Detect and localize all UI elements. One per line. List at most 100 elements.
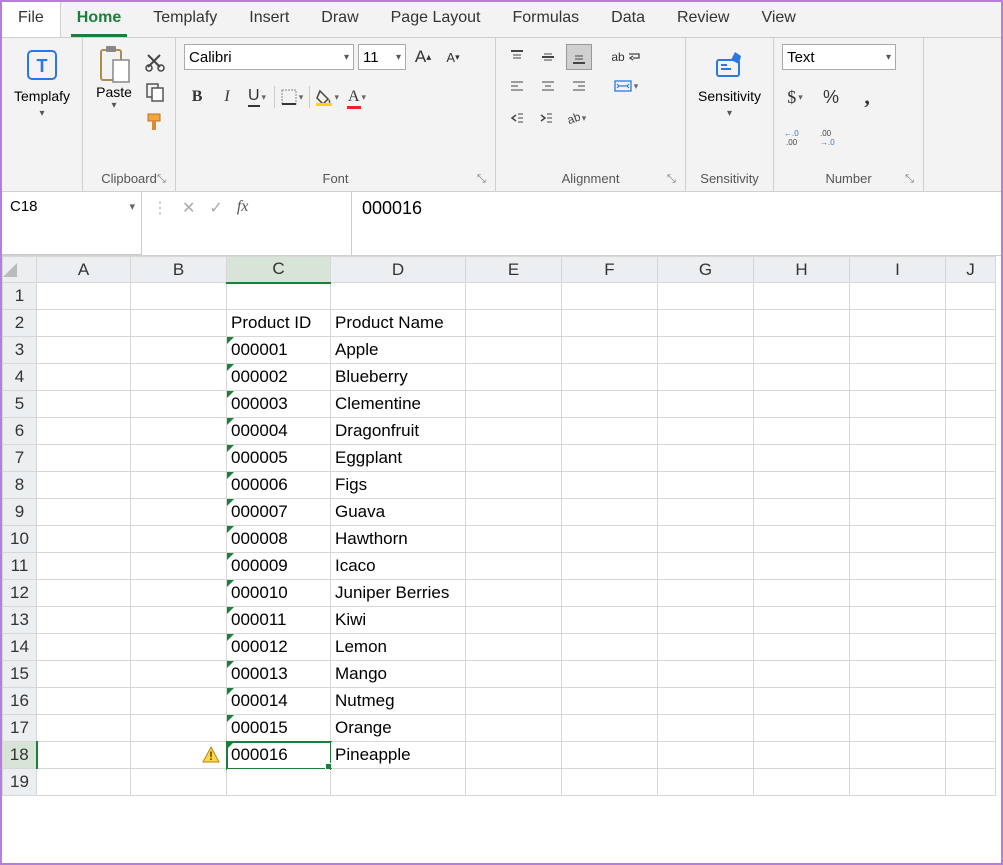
cell-J16[interactable] <box>946 688 996 715</box>
cell-A15[interactable] <box>37 661 131 688</box>
cell-C12[interactable]: 000010 <box>227 580 331 607</box>
cell-E5[interactable] <box>466 391 562 418</box>
increase-decimal-button[interactable]: ←.0.00 <box>782 124 808 150</box>
cell-G11[interactable] <box>658 553 754 580</box>
row-header-8[interactable]: 8 <box>3 472 37 499</box>
cell-E15[interactable] <box>466 661 562 688</box>
cell-G6[interactable] <box>658 418 754 445</box>
cell-I6[interactable] <box>850 418 946 445</box>
cell-I14[interactable] <box>850 634 946 661</box>
cell-I17[interactable] <box>850 715 946 742</box>
copy-button[interactable] <box>143 80 167 104</box>
cell-A3[interactable] <box>37 337 131 364</box>
cell-J9[interactable] <box>946 499 996 526</box>
cell-J10[interactable] <box>946 526 996 553</box>
cell-E9[interactable] <box>466 499 562 526</box>
cell-B10[interactable] <box>131 526 227 553</box>
cell-H7[interactable] <box>754 445 850 472</box>
cell-E19[interactable] <box>466 769 562 796</box>
cell-A9[interactable] <box>37 499 131 526</box>
col-header-C[interactable]: C <box>227 257 331 283</box>
tab-page-layout[interactable]: Page Layout <box>375 2 497 37</box>
cell-D5[interactable]: Clementine <box>331 391 466 418</box>
cell-E10[interactable] <box>466 526 562 553</box>
cell-H12[interactable] <box>754 580 850 607</box>
font-name-combo[interactable]: Calibri▾ <box>184 44 354 70</box>
col-header-D[interactable]: D <box>331 257 466 283</box>
cell-A4[interactable] <box>37 364 131 391</box>
cell-F3[interactable] <box>562 337 658 364</box>
cell-C8[interactable]: 000006 <box>227 472 331 499</box>
cell-B1[interactable] <box>131 283 227 310</box>
cell-G2[interactable] <box>658 310 754 337</box>
row-header-11[interactable]: 11 <box>3 553 37 580</box>
cell-F9[interactable] <box>562 499 658 526</box>
row-header-15[interactable]: 15 <box>3 661 37 688</box>
cell-G4[interactable] <box>658 364 754 391</box>
cell-G15[interactable] <box>658 661 754 688</box>
cell-H14[interactable] <box>754 634 850 661</box>
cell-G13[interactable] <box>658 607 754 634</box>
cell-F11[interactable] <box>562 553 658 580</box>
cell-H16[interactable] <box>754 688 850 715</box>
merge-center-button[interactable] <box>606 73 646 99</box>
row-header-9[interactable]: 9 <box>3 499 37 526</box>
cell-J3[interactable] <box>946 337 996 364</box>
cell-G17[interactable] <box>658 715 754 742</box>
cell-H10[interactable] <box>754 526 850 553</box>
cell-G16[interactable] <box>658 688 754 715</box>
cell-C11[interactable]: 000009 <box>227 553 331 580</box>
decrease-decimal-button[interactable]: .00→.0 <box>818 124 844 150</box>
cell-F19[interactable] <box>562 769 658 796</box>
cell-F10[interactable] <box>562 526 658 553</box>
cell-B4[interactable] <box>131 364 227 391</box>
cell-A16[interactable] <box>37 688 131 715</box>
cell-E11[interactable] <box>466 553 562 580</box>
italic-button[interactable]: I <box>214 84 240 110</box>
cell-F17[interactable] <box>562 715 658 742</box>
cell-E8[interactable] <box>466 472 562 499</box>
row-header-4[interactable]: 4 <box>3 364 37 391</box>
cell-H13[interactable] <box>754 607 850 634</box>
cell-D3[interactable]: Apple <box>331 337 466 364</box>
cell-B9[interactable] <box>131 499 227 526</box>
cell-H19[interactable] <box>754 769 850 796</box>
cell-E17[interactable] <box>466 715 562 742</box>
cell-B19[interactable] <box>131 769 227 796</box>
cell-I8[interactable] <box>850 472 946 499</box>
cell-D17[interactable]: Orange <box>331 715 466 742</box>
format-painter-button[interactable] <box>143 110 167 134</box>
cell-B5[interactable] <box>131 391 227 418</box>
name-box[interactable]: C18 ▾ <box>2 192 142 255</box>
cell-H2[interactable] <box>754 310 850 337</box>
align-right-button[interactable] <box>566 73 592 99</box>
tab-home[interactable]: Home <box>61 2 137 37</box>
accounting-format-button[interactable]: $ <box>782 84 808 110</box>
cell-C10[interactable]: 000008 <box>227 526 331 553</box>
sensitivity-button[interactable]: Sensitivity <box>694 44 765 121</box>
cell-C1[interactable] <box>227 283 331 310</box>
cell-A18[interactable] <box>37 742 131 769</box>
cell-J1[interactable] <box>946 283 996 310</box>
row-header-3[interactable]: 3 <box>3 337 37 364</box>
cell-D4[interactable]: Blueberry <box>331 364 466 391</box>
cell-D12[interactable]: Juniper Berries <box>331 580 466 607</box>
cell-B14[interactable] <box>131 634 227 661</box>
cell-D14[interactable]: Lemon <box>331 634 466 661</box>
cell-D18[interactable]: Pineapple <box>331 742 466 769</box>
cell-I12[interactable] <box>850 580 946 607</box>
cell-A12[interactable] <box>37 580 131 607</box>
font-color-button[interactable]: A <box>344 84 370 110</box>
cell-I4[interactable] <box>850 364 946 391</box>
cell-B16[interactable] <box>131 688 227 715</box>
row-header-13[interactable]: 13 <box>3 607 37 634</box>
wrap-text-button[interactable]: ab <box>606 44 646 70</box>
cell-D6[interactable]: Dragonfruit <box>331 418 466 445</box>
number-format-combo[interactable]: Text▾ <box>782 44 896 70</box>
cell-G19[interactable] <box>658 769 754 796</box>
cell-E16[interactable] <box>466 688 562 715</box>
tab-view[interactable]: View <box>745 2 811 37</box>
tab-formulas[interactable]: Formulas <box>496 2 595 37</box>
col-header-G[interactable]: G <box>658 257 754 283</box>
cell-D10[interactable]: Hawthorn <box>331 526 466 553</box>
